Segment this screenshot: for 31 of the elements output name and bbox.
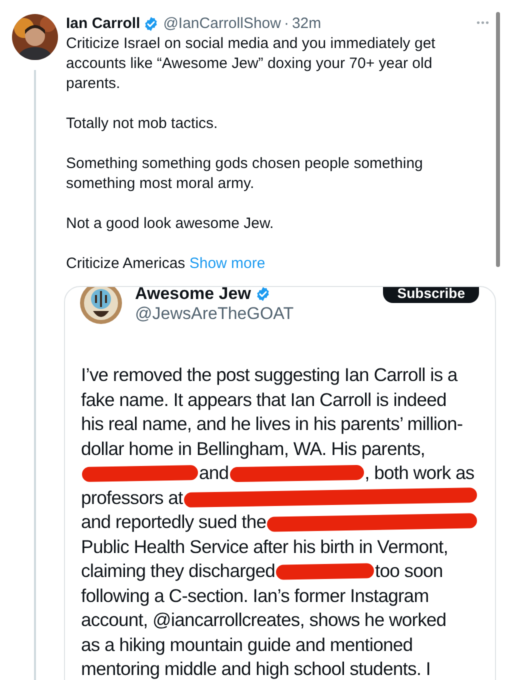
post-text: fake name. It appears that Ian Carroll is indeed: [81, 388, 446, 412]
post-text: claiming they discharged: [81, 559, 276, 583]
author-handle[interactable]: @IanCarrollShow: [163, 14, 281, 34]
separator-dot: ·: [284, 14, 289, 34]
post-text: his real name, and he lives in his parents’ million-: [81, 412, 463, 436]
post-text: Public Health Service after his birth in Vermont,: [81, 534, 448, 558]
scrollbar[interactable]: [496, 12, 500, 267]
post-text: following a C-section. Ian’s former Instagram: [81, 584, 429, 608]
post-text: Criticize Israel on social media and you immediately get accounts like “Awesome Jew” doxing your 70+ year old parents.: [66, 34, 436, 94]
author-handle: @JewsAreTheGOAT: [135, 303, 294, 325]
post-text: Criticize Americas: [66, 255, 186, 272]
post-time[interactable]: 32m: [292, 14, 322, 34]
post-text: , both work as: [364, 461, 474, 485]
author-name: Awesome Jew: [135, 287, 251, 303]
post-text: professors at: [81, 486, 183, 510]
logo-icon: [79, 287, 123, 325]
post-text: dollar home in Bellingham, WA. His parents,: [81, 436, 426, 461]
post-text: Something something gods chosen people something something most moral army.: [66, 154, 424, 194]
post-text: Totally not mob tactics.: [66, 114, 219, 134]
author-name[interactable]: Ian Carroll: [66, 14, 140, 34]
post-text: too soon: [375, 559, 443, 583]
post-text: mentoring middle and high school students. I: [81, 657, 431, 680]
post-text: and: [199, 461, 229, 485]
avatar[interactable]: [12, 14, 58, 60]
post-text: as a hiking mountain guide and mentioned: [81, 632, 413, 657]
subscribe-button: Subscribe: [383, 287, 479, 303]
post-text: I’ve removed the post suggesting Ian Carroll is a: [81, 363, 458, 387]
embedded-image[interactable]: [64, 286, 496, 680]
post-text: Not a good look awesome Jew.: [66, 214, 275, 234]
post-text: account, @iancarrollcreates, shows he worked: [81, 608, 446, 632]
post-text: and reportedly sued the: [81, 510, 266, 534]
